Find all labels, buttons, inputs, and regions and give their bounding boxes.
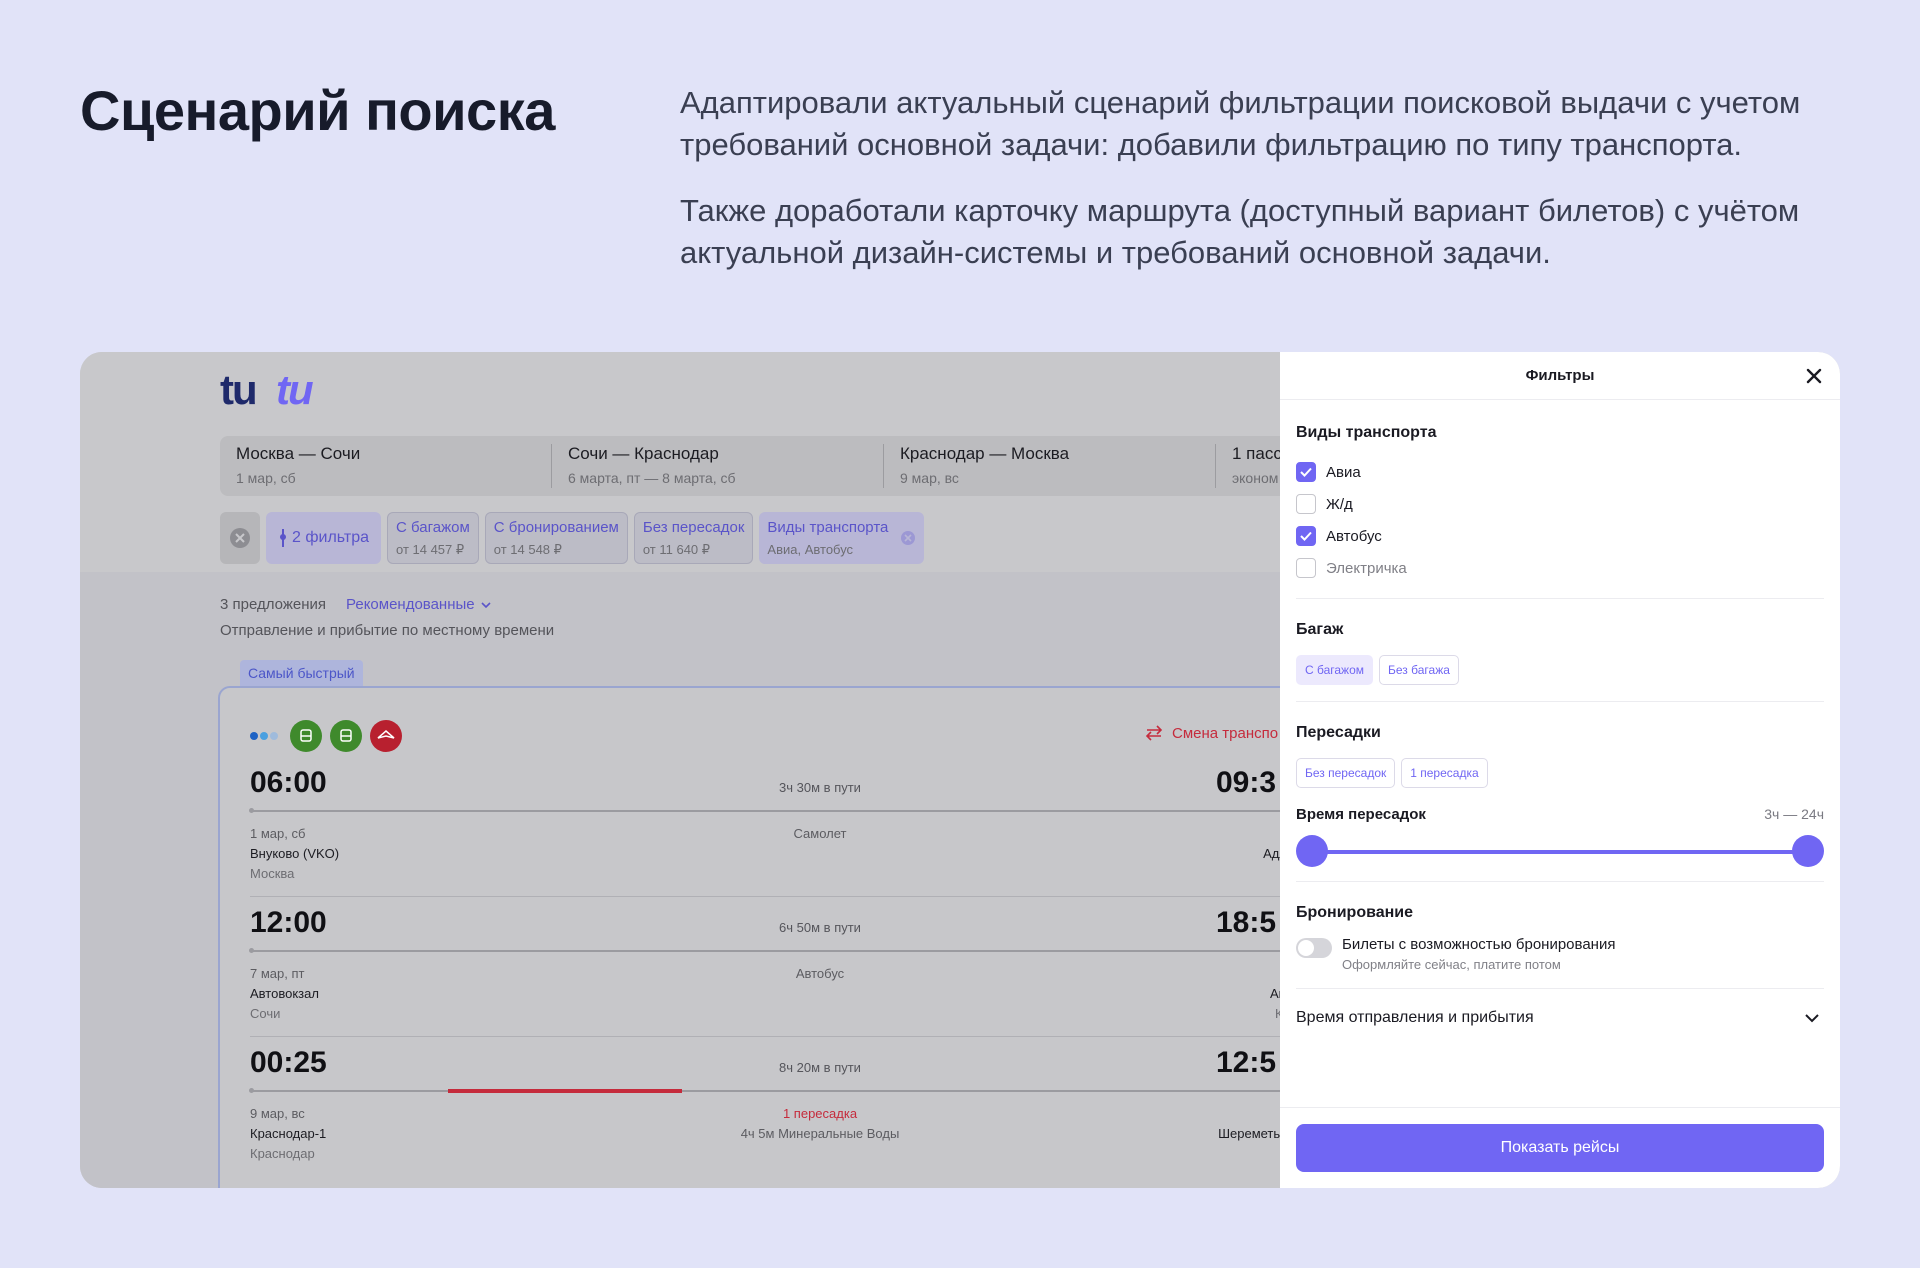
airline-logo-icon (250, 732, 278, 740)
booking-section-title: Бронирование (1296, 904, 1414, 921)
page-title: Сценарий поиска (80, 79, 555, 142)
slider-min-handle[interactable] (1296, 835, 1328, 867)
checkbox-checked[interactable] (1296, 526, 1316, 546)
tag-without-baggage[interactable]: Без багажа (1379, 655, 1459, 685)
app-mockup: tu tu Москва — Сочи 1 мар, сб Сочи — Кра… (80, 352, 1840, 1188)
results-area: tu tu Москва — Сочи 1 мар, сб Сочи — Кра… (80, 352, 1320, 1188)
fastest-badge: Самый быстрый (240, 660, 363, 686)
segment-3: 00:25 8ч 20м в пути 12:5 9 мар, вс Красн… (249, 1046, 1320, 1161)
transfer-detail: 4ч 5м Минеральные Воды (740, 1126, 900, 1141)
transport-change-note: Смена транспо (1144, 724, 1278, 742)
filters-panel: Фильтры Виды транспорта Авиа Ж/д Автобус… (1280, 352, 1840, 1188)
chip-transport-types[interactable]: Виды транспорта Авиа, Автобус (759, 512, 925, 564)
intro-text: Адаптировали актуальный сценарий фильтра… (680, 82, 1840, 298)
bus-icon (290, 720, 322, 752)
bus-icon-2 (330, 720, 362, 752)
clear-filters-button[interactable] (220, 512, 260, 564)
times-section-toggle[interactable]: Время отправления и прибытия (1296, 1009, 1824, 1027)
route-segment-1[interactable]: Москва — Сочи 1 мар, сб (220, 436, 552, 496)
chip-booking[interactable]: С бронированием от 14 548 ₽ (484, 512, 628, 564)
swap-icon (1145, 725, 1163, 741)
checkbox[interactable] (1296, 558, 1316, 578)
remove-filter-icon[interactable] (900, 530, 916, 546)
intro-paragraph-2: Также доработали карточку маршрута (дост… (680, 193, 1800, 270)
transfer-indicator (448, 1089, 682, 1093)
transfer-time-value: 3ч — 24ч (1764, 806, 1824, 822)
show-flights-button[interactable]: Показать рейсы (1296, 1124, 1824, 1172)
tag-with-baggage[interactable]: С багажом (1296, 655, 1374, 685)
chip-no-transfers[interactable]: Без пересадок от 11 640 ₽ (633, 512, 754, 564)
baggage-section-title: Багаж (1296, 621, 1344, 638)
chip-baggage[interactable]: С багажом от 14 457 ₽ (387, 512, 479, 564)
transfer-time-slider[interactable] (1296, 835, 1824, 869)
close-circle-icon (230, 528, 250, 548)
sliders-icon (280, 529, 286, 547)
transport-section-title: Виды транспорта (1296, 424, 1437, 441)
transfers-section-title: Пересадки (1296, 724, 1381, 741)
offers-count: 3 предложения (220, 596, 326, 613)
route-segment-3[interactable]: Краснодар — Москва 9 мар, вс (884, 436, 1216, 496)
transfer-time-label: Время пересадок (1296, 806, 1426, 823)
baggage-options: С багажом Без багажа (1296, 655, 1824, 685)
route-segment-2[interactable]: Сочи — Краснодар 6 марта, пт — 8 марта, … (552, 436, 884, 496)
close-icon[interactable] (1802, 364, 1826, 388)
filters-count-label: 2 фильтра (292, 529, 369, 546)
filters-header: Фильтры (1280, 352, 1840, 400)
sort-dropdown[interactable]: Рекомендованные (346, 596, 491, 613)
chevron-down-icon (1805, 1014, 1819, 1023)
filters-body: Виды транспорта Авиа Ж/д Автобус Электри… (1296, 400, 1824, 1027)
transport-option-train[interactable]: Электричка (1296, 552, 1824, 584)
timezone-note: Отправление и прибытие по местному време… (220, 622, 555, 639)
transport-option-bus[interactable]: Автобус (1296, 520, 1824, 552)
booking-toggle[interactable] (1296, 938, 1332, 958)
transport-option-rail[interactable]: Ж/д (1296, 488, 1824, 520)
tag-no-transfers[interactable]: Без пересадок (1296, 758, 1396, 788)
transfer-time-header: Время пересадок 3ч — 24ч (1296, 806, 1824, 823)
segment-2: 12:00 6ч 50м в пути 18:5 7 мар, пт Автов… (249, 906, 1330, 1046)
tutu-logo[interactable]: tu tu (220, 370, 340, 414)
checkbox[interactable] (1296, 494, 1316, 514)
segment-1: 06:00 3ч 30м в пути 09:3 1 мар, сб Внуко… (249, 766, 1330, 906)
transfer-count: 1 пересадка (782, 1106, 858, 1121)
transport-option-avia[interactable]: Авиа (1296, 456, 1824, 488)
transfer-options: Без пересадок 1 пересадка (1296, 758, 1824, 788)
filters-count-button[interactable]: 2 фильтра (266, 512, 381, 564)
filter-chips: 2 фильтра С багажом от 14 457 ₽ С бронир… (220, 512, 925, 566)
slider-max-handle[interactable] (1792, 835, 1824, 867)
offers-summary: 3 предложения Рекомендованные (220, 596, 491, 613)
intro-paragraph-1: Адаптировали актуальный сценарий фильтра… (680, 85, 1801, 162)
route-bar[interactable]: Москва — Сочи 1 мар, сб Сочи — Краснодар… (220, 436, 1300, 496)
booking-toggle-row[interactable]: Билеты с возможностью бронирования Оформ… (1296, 936, 1824, 972)
chevron-down-icon (481, 601, 491, 608)
checkbox-checked[interactable] (1296, 462, 1316, 482)
svg-text:tu: tu (220, 370, 256, 413)
transport-icons (250, 720, 402, 752)
filters-title: Фильтры (1525, 367, 1595, 384)
tag-one-transfer[interactable]: 1 пересадка (1401, 758, 1488, 788)
route-card[interactable]: Смена транспо 06:00 3ч 30м в пути 09:3 1… (218, 686, 1320, 1188)
svg-text:tu: tu (276, 370, 313, 413)
airline-red-icon (370, 720, 402, 752)
